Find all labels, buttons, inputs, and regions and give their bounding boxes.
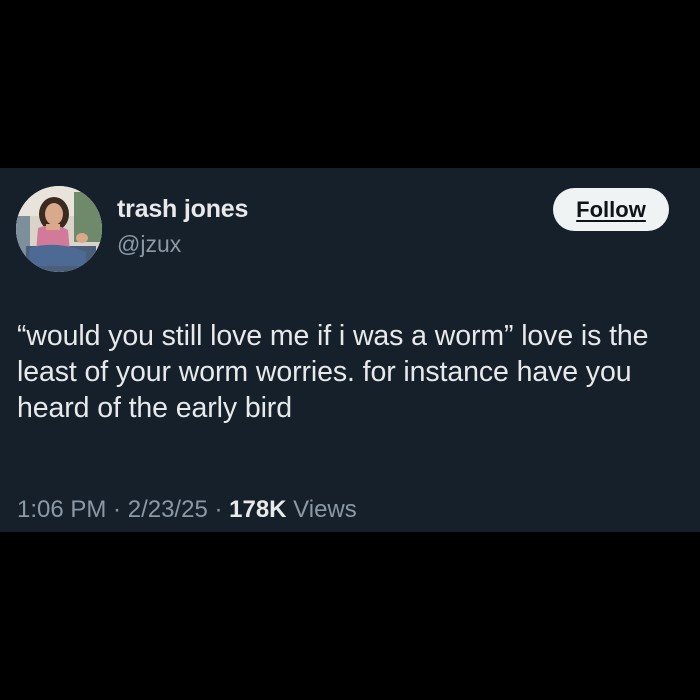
tweet-time[interactable]: 1:06 PM [17, 496, 106, 523]
tweet-date[interactable]: 2/23/25 [128, 496, 208, 523]
separator-dot: · [207, 496, 230, 523]
follow-button[interactable]: Follow [553, 188, 669, 231]
avatar-photo-icon [16, 186, 102, 272]
screenshot-frame: trash jones @jzux Follow “would you stil… [0, 0, 700, 700]
tweet-metadata: 1:06 PM · 2/23/25 · 178K Views [17, 496, 357, 524]
avatar[interactable] [16, 186, 102, 272]
user-handle[interactable]: @jzux [117, 231, 181, 258]
tweet-text: “would you still love me if i was a worm… [17, 320, 649, 424]
views-label: Views [286, 496, 357, 523]
views-count: 178K [229, 496, 287, 523]
display-name[interactable]: trash jones [117, 195, 248, 224]
separator-dot: · [106, 496, 128, 523]
